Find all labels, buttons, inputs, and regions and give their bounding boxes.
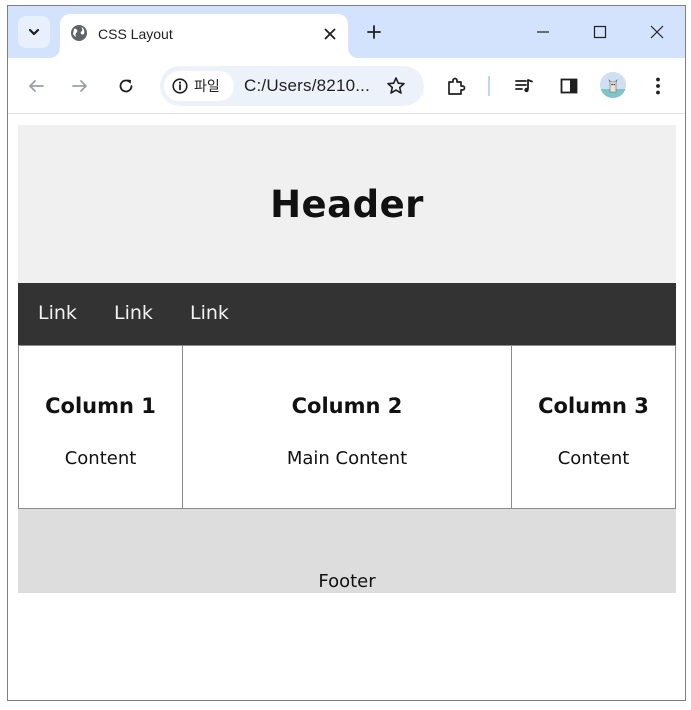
column-1: Column 1 Content	[18, 345, 183, 509]
close-icon	[324, 28, 336, 40]
column-3: Column 3 Content	[511, 345, 676, 509]
site-info-chip[interactable]: 파일	[164, 71, 234, 101]
minimize-icon	[537, 31, 549, 33]
close-window-button[interactable]	[643, 18, 671, 46]
page-viewport: Header Link Link Link Column 1 Content C…	[8, 115, 685, 700]
nav-link-1[interactable]: Link	[38, 302, 77, 324]
browser-toolbar: 파일 C:/Users/8210...	[8, 58, 685, 114]
columns-row: Column 1 Content Column 2 Main Content C…	[18, 345, 676, 509]
minimize-button[interactable]	[529, 18, 557, 46]
column-2: Column 2 Main Content	[182, 345, 512, 509]
globe-icon	[71, 25, 87, 41]
maximize-icon	[593, 25, 607, 39]
star-icon	[387, 77, 405, 94]
forward-button[interactable]	[66, 72, 94, 100]
address-bar[interactable]: 파일 C:/Users/8210...	[160, 66, 424, 106]
column-2-content: Main Content	[286, 448, 408, 469]
playlist-icon	[515, 79, 533, 93]
arrow-left-icon	[29, 80, 44, 92]
menu-button[interactable]	[644, 72, 672, 100]
avatar-icon	[600, 72, 626, 98]
media-controls-button[interactable]	[510, 72, 538, 100]
column-3-content: Content	[557, 448, 630, 469]
chevron-down-icon	[28, 28, 40, 36]
maximize-button[interactable]	[586, 18, 614, 46]
top-nav: Link Link Link	[18, 283, 676, 345]
profile-avatar[interactable]	[600, 72, 626, 98]
tab-title: CSS Layout	[98, 26, 173, 42]
toolbar-divider	[488, 76, 490, 96]
plus-icon	[367, 25, 381, 39]
nav-link-2[interactable]: Link	[114, 302, 153, 324]
close-icon	[650, 25, 664, 39]
column-2-title: Column 2	[291, 394, 403, 418]
back-button[interactable]	[22, 72, 50, 100]
tab-close-button[interactable]	[320, 24, 340, 44]
side-panel-icon	[560, 78, 578, 94]
extensions-button[interactable]	[442, 72, 470, 100]
nav-link-3[interactable]: Link	[190, 302, 229, 324]
reload-button[interactable]	[112, 72, 140, 100]
url-text: C:/Users/8210...	[244, 76, 371, 95]
page-title: Header	[270, 182, 424, 226]
reload-icon	[119, 79, 133, 93]
page-header: Header	[18, 125, 676, 283]
tab-strip: CSS Layout	[8, 6, 685, 58]
active-tab[interactable]: CSS Layout	[60, 14, 348, 58]
page-footer: Footer	[18, 509, 676, 593]
column-1-title: Column 1	[45, 394, 156, 418]
arrow-right-icon	[72, 80, 87, 92]
column-1-content: Content	[64, 448, 137, 469]
site-chip-label: 파일	[194, 79, 220, 95]
footer-text: Footer	[318, 571, 376, 592]
info-icon	[172, 78, 188, 94]
bookmark-button[interactable]	[384, 74, 408, 98]
new-tab-button[interactable]	[362, 20, 386, 44]
more-vert-icon	[656, 77, 660, 95]
column-3-title: Column 3	[538, 394, 649, 418]
puzzle-icon	[448, 77, 466, 95]
side-panel-button[interactable]	[555, 72, 583, 100]
browser-window: CSS Layout 파일 C:/Users/8210... Header Li…	[7, 5, 686, 701]
tab-search-button[interactable]	[18, 16, 50, 48]
